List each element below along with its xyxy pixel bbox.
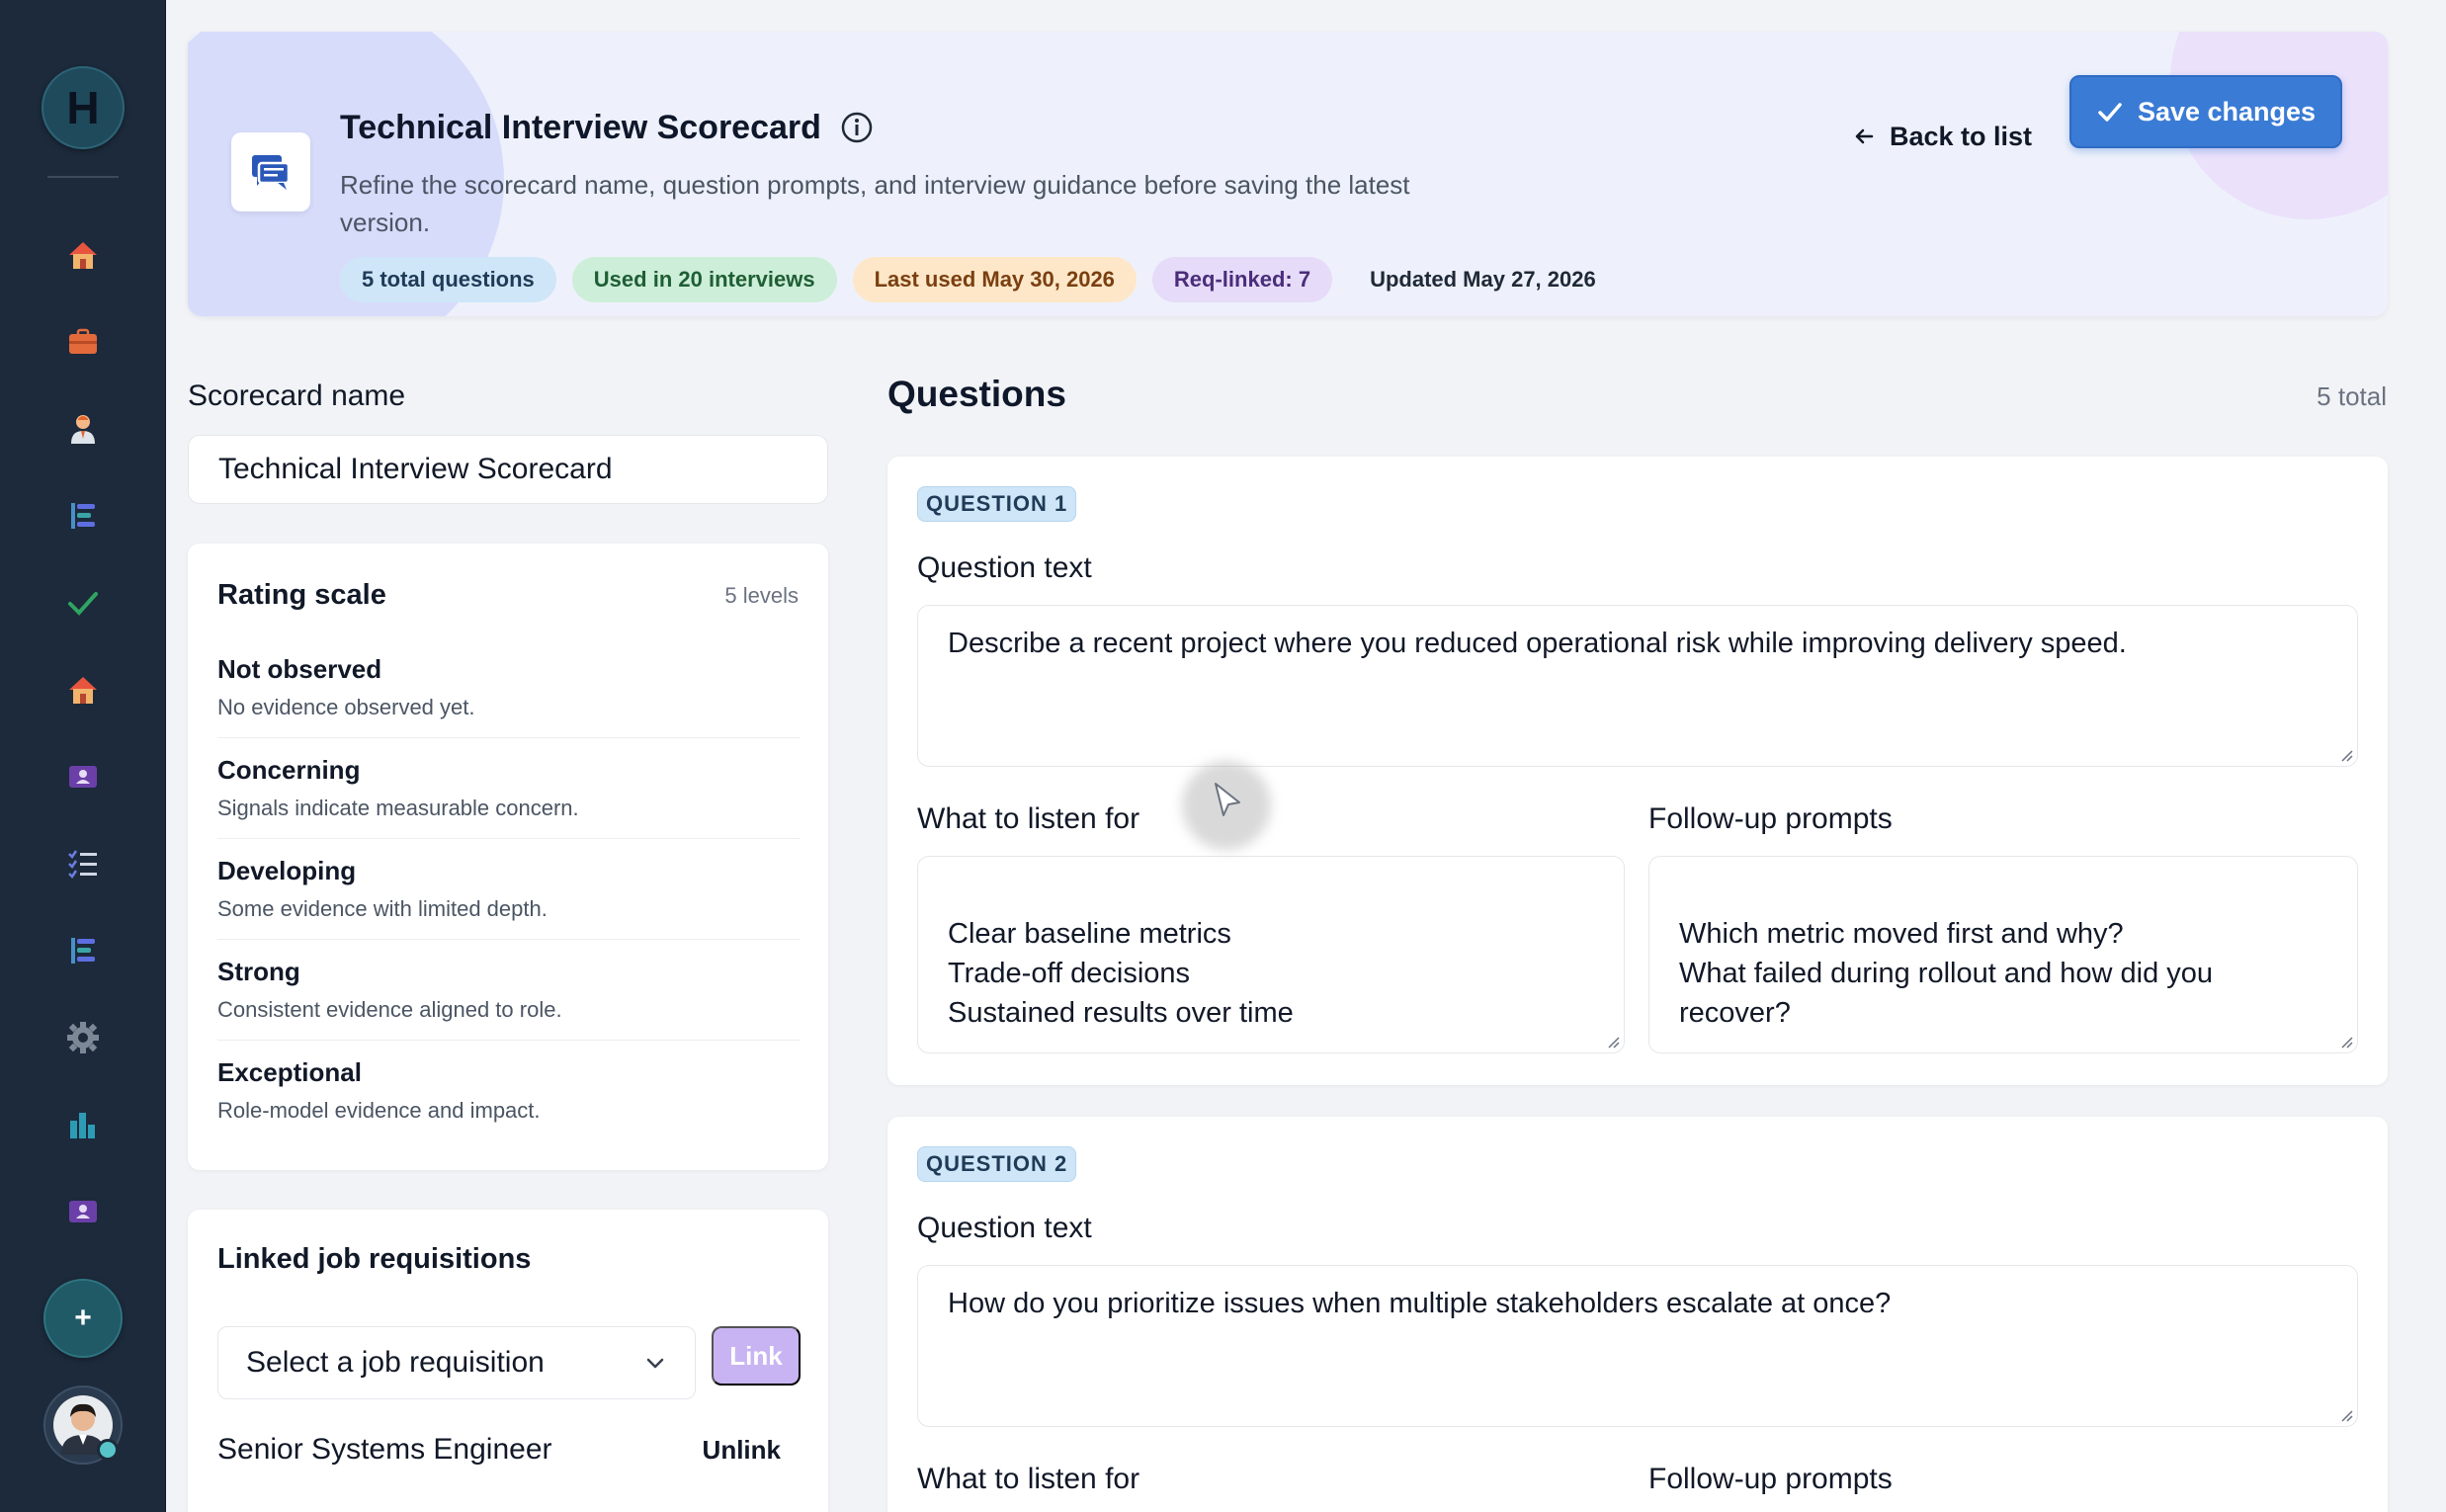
sidebar-divider — [47, 176, 119, 178]
briefcase-icon[interactable] — [59, 318, 107, 366]
question-text-field[interactable]: How do you prioritize issues when multip… — [917, 1265, 2358, 1427]
person-icon[interactable] — [59, 405, 107, 453]
requisition-row: Senior Systems Engineer Unlink — [217, 1433, 801, 1467]
header-card: Technical Interview Scorecard Refine the… — [188, 32, 2388, 316]
divider — [217, 838, 801, 839]
resize-handle-icon[interactable] — [1606, 1035, 1620, 1049]
rating-level: Strong Consistent evidence aligned to ro… — [217, 957, 801, 1023]
divider — [217, 1040, 801, 1041]
chat-icon — [231, 132, 310, 211]
listen-for-label: What to listen for — [917, 1463, 1140, 1495]
check-icon — [2098, 103, 2122, 122]
info-icon[interactable] — [840, 111, 874, 144]
resize-handle-icon[interactable] — [2339, 1408, 2353, 1422]
tree-list-icon[interactable] — [59, 492, 107, 540]
rating-level: Not observed No evidence observed yet. — [217, 654, 801, 720]
last-used-chip: Last used May 30, 2026 — [852, 257, 1137, 302]
select-placeholder: Select a job requisition — [246, 1346, 545, 1379]
brand-logo[interactable]: H — [42, 66, 125, 149]
cursor-pointer-icon — [1215, 783, 1240, 816]
back-to-list-link[interactable]: Back to list — [1852, 107, 2032, 166]
rating-level-desc: Role-model evidence and impact. — [217, 1098, 541, 1123]
question-card: QUESTION 2 Question text How do you prio… — [887, 1117, 2388, 1512]
avatar[interactable] — [43, 1386, 123, 1465]
question-badge: QUESTION 1 — [917, 486, 1077, 522]
questions-count-chip: 5 total questions — [340, 257, 556, 302]
add-label: + — [74, 1302, 92, 1334]
chevron-down-icon — [646, 1358, 664, 1369]
scorecard-name-input[interactable] — [188, 435, 828, 504]
gear-icon[interactable] — [59, 1014, 107, 1061]
back-to-list-label: Back to list — [1890, 121, 2033, 151]
resize-handle-icon[interactable] — [2339, 748, 2353, 762]
questions-total: 5 total — [2317, 381, 2387, 411]
usage-chip: Used in 20 interviews — [571, 257, 837, 302]
divider — [217, 737, 801, 738]
rating-level: Exceptional Role-model evidence and impa… — [217, 1057, 801, 1124]
rating-level: Developing Some evidence with limited de… — [217, 856, 801, 922]
rating-level: Concerning Signals indicate measurable c… — [217, 755, 801, 821]
sidebar: H + — [0, 0, 166, 1512]
check-icon[interactable] — [59, 579, 107, 627]
save-changes-label: Save changes — [2137, 96, 2317, 126]
scorecard-name-label: Scorecard name — [188, 379, 406, 412]
rating-scale-card: Rating scale 5 levels Not observed No ev… — [188, 544, 828, 1170]
checklist-icon[interactable] — [59, 840, 107, 887]
id-card-icon[interactable] — [59, 1188, 107, 1235]
home-icon[interactable] — [59, 666, 107, 714]
followup-value: Which metric moved first and why? What f… — [1679, 918, 2214, 1029]
rating-level-name: Not observed — [217, 654, 382, 684]
online-status-dot — [97, 1439, 119, 1461]
rating-scale-count: 5 levels — [724, 583, 799, 608]
question-card: QUESTION 1 Question text Describe a rece… — [887, 457, 2388, 1085]
rating-level-name: Exceptional — [217, 1057, 362, 1087]
linked-requisitions-card: Linked job requisitions Select a job req… — [188, 1210, 828, 1512]
question-badge: QUESTION 2 — [917, 1146, 1077, 1182]
brand-letter: H — [66, 82, 100, 133]
link-button[interactable]: Link — [712, 1326, 801, 1386]
question-text-field[interactable]: Describe a recent project where you redu… — [917, 605, 2358, 767]
updated-chip: Updated May 27, 2026 — [1370, 267, 1596, 292]
rating-scale-title: Rating scale — [217, 579, 386, 611]
question-text-label: Question text — [917, 551, 1092, 584]
linked-requisitions-title: Linked job requisitions — [217, 1243, 532, 1275]
followup-label: Follow-up prompts — [1648, 1463, 1893, 1495]
req-linked-chip: Req-linked: 7 — [1151, 257, 1333, 302]
question-text-label: Question text — [917, 1212, 1092, 1244]
tree-list-icon[interactable] — [59, 927, 107, 974]
followup-label: Follow-up prompts — [1648, 802, 1893, 835]
bar-chart-icon[interactable] — [59, 1101, 107, 1148]
page-description: Refine the scorecard name, question prom… — [340, 170, 1410, 237]
listen-for-value: Clear baseline metrics Trade-off decisio… — [948, 918, 1294, 1029]
rating-level-desc: Signals indicate measurable concern. — [217, 796, 579, 820]
rating-level-name: Concerning — [217, 755, 361, 785]
rating-level-name: Strong — [217, 957, 300, 986]
listen-for-label: What to listen for — [917, 802, 1140, 835]
rating-level-name: Developing — [217, 856, 357, 885]
save-changes-button[interactable]: Save changes — [2069, 75, 2342, 148]
job-requisition-select[interactable]: Select a job requisition — [217, 1326, 696, 1399]
stats-chips: 5 total questions Used in 20 interviews … — [340, 257, 1618, 302]
followup-field[interactable]: Which metric moved first and why? What f… — [1648, 856, 2358, 1053]
id-card-icon[interactable] — [59, 753, 107, 800]
rating-level-desc: Consistent evidence aligned to role. — [217, 997, 562, 1022]
unlink-button[interactable]: Unlink — [703, 1435, 801, 1466]
rating-level-desc: No evidence observed yet. — [217, 695, 475, 719]
resize-handle-icon[interactable] — [2339, 1035, 2353, 1049]
add-button[interactable]: + — [43, 1279, 123, 1358]
question-text-value: Describe a recent project where you redu… — [948, 628, 2127, 659]
questions-heading: Questions — [887, 374, 1066, 414]
listen-for-field[interactable]: Clear baseline metrics Trade-off decisio… — [917, 856, 1625, 1053]
home-icon[interactable] — [59, 231, 107, 279]
arrow-left-icon — [1855, 128, 1874, 144]
question-text-value: How do you prioritize issues when multip… — [948, 1288, 1892, 1319]
divider — [217, 939, 801, 940]
requisition-name: Senior Systems Engineer — [217, 1433, 552, 1466]
rating-level-desc: Some evidence with limited depth. — [217, 896, 548, 921]
page-title: Technical Interview Scorecard — [340, 109, 821, 146]
